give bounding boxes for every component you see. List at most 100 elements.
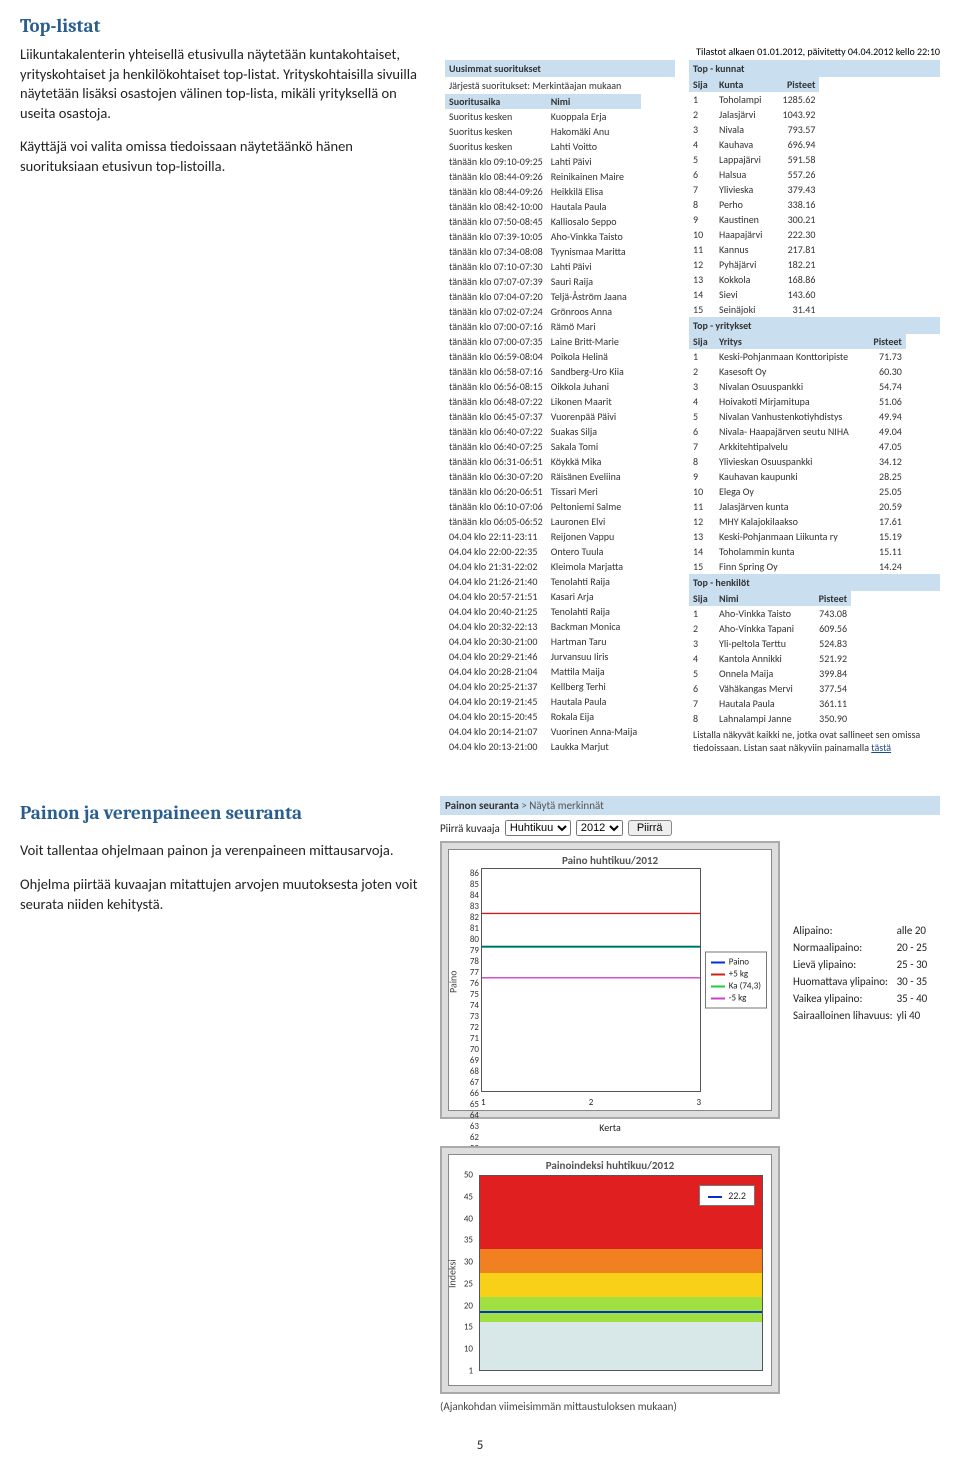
list-item: 8Perho338.16: [689, 197, 819, 212]
latest-row: tänään klo 06:56-08:15Oikkola Juhani: [445, 379, 641, 394]
list-item: 2Kasesoft Oy60.30: [689, 364, 906, 379]
bmi-title: Painoindeksi huhtikuu/2012: [546, 1159, 674, 1172]
latest-row: tänään klo 07:50-08:45Kalliosalo Seppo: [445, 214, 641, 229]
data-header: Tilastot alkaen 01.01.2012, päivitetty 0…: [445, 45, 940, 58]
bmi-chart: Painoindeksi huhtikuu/2012 5045403530252…: [440, 1146, 780, 1394]
top-yritykset-table: SijaYritysPisteet1Keski-Pohjanmaan Kontt…: [689, 334, 906, 574]
list-item: 10Haapajärvi222.30: [689, 227, 819, 242]
sort-link[interactable]: Merkintäajan mukaan: [532, 79, 621, 92]
latest-row: 04.04 klo 20:28-21:04Mattila Maija: [445, 664, 641, 679]
list-item: 1Aho-Vinkka Taisto743.08: [689, 606, 851, 621]
latest-row: 04.04 klo 21:31-22:02Kleimola Marjatta: [445, 559, 641, 574]
latest-row: tänään klo 07:10-07:30Lahti Päivi: [445, 259, 641, 274]
list-item: 11Kannus217.81: [689, 242, 819, 257]
latest-row: tänään klo 09:10-09:25Lahti Päivi: [445, 154, 641, 169]
latest-row: tänään klo 06:48-07:22Likonen Maarit: [445, 394, 641, 409]
section1-p2: Käyttäjä voi valita omissa tiedoissaan n…: [20, 137, 430, 176]
latest-row: 04.04 klo 20:19-21:45Hautala Paula: [445, 694, 641, 709]
draw-button[interactable]: Piirrä: [628, 820, 672, 836]
latest-row: tänään klo 07:39-10:05Aho-Vinkka Taisto: [445, 229, 641, 244]
bmi-legend-row: Alipaino:alle 20: [792, 923, 928, 938]
latest-row: tänään klo 06:20-06:51Tissari Meri: [445, 484, 641, 499]
top-henkilot-footer-link[interactable]: tästä: [871, 741, 891, 754]
list-item: 4Hoivakoti Mirjamitupa51.06: [689, 394, 906, 409]
list-item: 5Lappajärvi591.58: [689, 152, 819, 167]
latest-row: tänään klo 06:59-08:04Poikola Helinä: [445, 349, 641, 364]
section2-p2: Ohjelma piirtää kuvaajan mitattujen arvo…: [20, 875, 420, 914]
list-item: 10Elega Oy25.05: [689, 484, 906, 499]
list-item: 3Nivala793.57: [689, 122, 819, 137]
latest-row: 04.04 klo 20:40-21:25Tenolahti Raija: [445, 604, 641, 619]
latest-row: tänään klo 06:58-07:16Sandberg-Uro Kiia: [445, 364, 641, 379]
list-item: 11Jalasjärven kunta20.59: [689, 499, 906, 514]
latest-row: 04.04 klo 20:14-21:07Vuorinen Anna-Maija: [445, 724, 641, 739]
list-item: 7Arkkitehtipalvelu47.05: [689, 439, 906, 454]
list-item: 6Nivala- Haapajärven seutu NIHA49.04: [689, 424, 906, 439]
latest-row: tänään klo 06:30-07:20Räisänen Eveliina: [445, 469, 641, 484]
list-item: 6Halsua557.26: [689, 167, 819, 182]
bmi-legend-row: Sairaalloinen lihavuus:yli 40: [792, 1008, 928, 1023]
list-item: 7Hautala Paula361.11: [689, 696, 851, 711]
top-yritykset-title: Top - yritykset: [689, 317, 940, 334]
list-item: 14Sievi143.60: [689, 287, 819, 302]
weight-chart-title: Paino huhtikuu/2012: [562, 854, 658, 867]
list-item: 8Ylivieskan Osuuspankki34.12: [689, 454, 906, 469]
latest-row: 04.04 klo 20:57-21:51Kasari Arja: [445, 589, 641, 604]
bmi-current-legend: 22.2: [699, 1185, 755, 1206]
weight-ylabel: Paino: [447, 970, 460, 993]
month-select[interactable]: Huhtikuu: [505, 820, 571, 836]
top-kunnat-title: Top - kunnat: [689, 60, 940, 77]
list-item: 5Onnela Maija399.84: [689, 666, 851, 681]
latest-row: tänään klo 06:40-07:22Suakas Silja: [445, 424, 641, 439]
list-item: 9Kaustinen300.21: [689, 212, 819, 227]
list-item: 14Toholammin kunta15.11: [689, 544, 906, 559]
list-item: 3Yli-peltola Terttu524.83: [689, 636, 851, 651]
top-henkilot-table: SijaNimiPisteet1Aho-Vinkka Taisto743.082…: [689, 591, 851, 726]
latest-row: 04.04 klo 20:25-21:37Kellberg Terhi: [445, 679, 641, 694]
latest-row: tänään klo 08:42-10:00Hautala Paula: [445, 199, 641, 214]
latest-row: tänään klo 06:31-06:51Köykkä Mika: [445, 454, 641, 469]
weight-xlabel: Kerta: [440, 1119, 780, 1136]
latest-row: 04.04 klo 20:13-21:00Laukka Marjut: [445, 739, 641, 754]
weight-xlabels: 123: [481, 1097, 701, 1108]
latest-row: 04.04 klo 21:26-21:40Tenolahti Raija: [445, 574, 641, 589]
bmi-ylabel: Indeksi: [446, 1260, 459, 1289]
section2-p1: Voit tallentaa ohjelmaan painon ja veren…: [20, 841, 420, 861]
list-item: 4Kantola Annikki521.92: [689, 651, 851, 666]
section1-title: Top-listat: [20, 15, 940, 37]
bmi-caption: (Ajankohdan viimeisimmän mittaustuloksen…: [440, 1400, 780, 1413]
section1-p1: Liikuntakalenterin yhteisellä etusivulla…: [20, 45, 430, 123]
latest-row: tänään klo 07:07-07:39Sauri Raija: [445, 274, 641, 289]
latest-row: 04.04 klo 20:30-21:00Hartman Taru: [445, 634, 641, 649]
sort-label: Järjestä suoritukset:: [449, 79, 530, 92]
bmi-legend-row: Normaalipaino:20 - 25: [792, 940, 928, 955]
year-select[interactable]: 2012: [576, 820, 623, 836]
latest-row: tänään klo 07:00-07:35Laine Britt-Marie: [445, 334, 641, 349]
bmi-legend-row: Lievä ylipaino:25 - 30: [792, 957, 928, 972]
list-item: 15Seinäjoki31.41: [689, 302, 819, 317]
top-henkilot-footer: Listalla näkyvät kaikki ne, jotka ovat s…: [689, 726, 940, 756]
list-item: 3Nivalan Osuuspankki54.74: [689, 379, 906, 394]
latest-row: 04.04 klo 22:11-23:11Reijonen Vappu: [445, 529, 641, 544]
list-item: 15Finn Spring Oy14.24: [689, 559, 906, 574]
latest-row: 04.04 klo 20:29-21:46Jurvansuu Iiris: [445, 649, 641, 664]
list-item: 9Kauhavan kaupunki28.25: [689, 469, 906, 484]
list-item: 13Keski-Pohjanmaan Liikunta ry15.19: [689, 529, 906, 544]
list-item: 1Keski-Pohjanmaan Konttoripiste71.73: [689, 349, 906, 364]
latest-row: tänään klo 07:02-07:24Grönroos Anna: [445, 304, 641, 319]
page-number: 5: [20, 1438, 940, 1453]
breadcrumb: Painon seuranta > Näytä merkinnät: [440, 796, 940, 815]
section2-title: Painon ja verenpaineen seuranta: [20, 801, 420, 827]
list-item: 2Aho-Vinkka Tapani609.56: [689, 621, 851, 636]
bmi-legend-table: Alipaino:alle 20 Normaalipaino:20 - 25 Lie…: [790, 921, 930, 1025]
latest-row: Suoritus keskenHakomäki Anu: [445, 124, 641, 139]
latest-table: Suoritusaika Nimi Suoritus keskenKuoppal…: [445, 94, 641, 754]
bmi-legend-row: Vaikea ylipaino:35 - 40: [792, 991, 928, 1006]
list-item: 2Jalasjärvi1043.92: [689, 107, 819, 122]
latest-row: tänään klo 08:44-09:26Reinikainen Maire: [445, 169, 641, 184]
latest-row: tänään klo 07:00-07:16Rämö Mari: [445, 319, 641, 334]
latest-row: tänään klo 06:40-07:25Sakala Tomi: [445, 439, 641, 454]
top-kunnat-table: SijaKuntaPisteet1Toholampi1285.622Jalasj…: [689, 77, 819, 317]
list-item: 4Kauhava696.94: [689, 137, 819, 152]
list-item: 8Lahnalampi Janne350.90: [689, 711, 851, 726]
